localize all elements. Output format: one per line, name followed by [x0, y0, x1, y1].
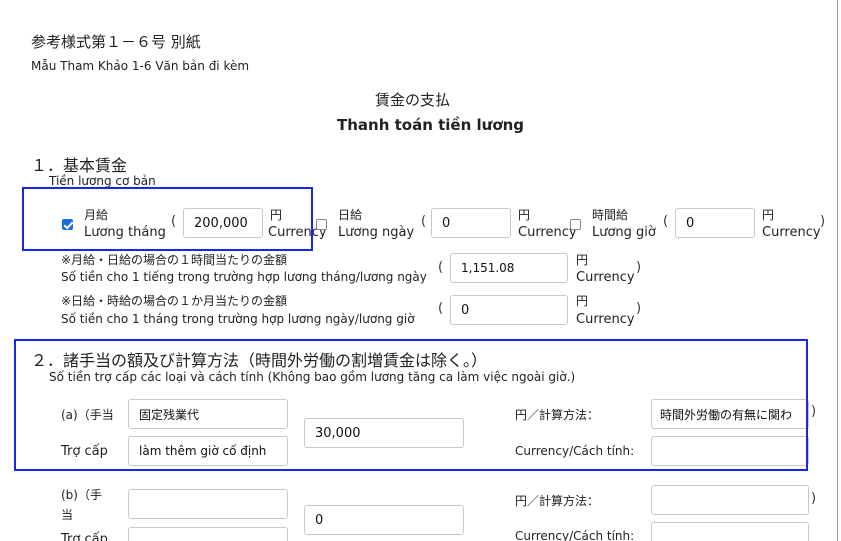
daily-checkbox[interactable] [316, 219, 327, 230]
hourly-checkbox[interactable] [570, 219, 581, 230]
hourly-label-jp: 時間給 [592, 208, 629, 222]
paren-open: ( [438, 260, 444, 275]
hourly-unit-vi: Currency [762, 225, 821, 240]
title-vi: Thanh toán tiền lương [337, 116, 525, 134]
monthly-equiv-unit-vi: Currency [576, 312, 635, 327]
allowance-b-unit-label-jp: 円／計算方法： [515, 494, 600, 508]
paren-open: ( [421, 214, 427, 229]
monthly-equivalent-input[interactable]: 0 [450, 295, 568, 325]
hourly-equiv-unit-jp: 円 [576, 253, 589, 267]
hourly-wage-input[interactable]: 0 [675, 208, 755, 238]
hourly-unit-jp: 円 [762, 208, 775, 222]
monthly-equiv-note-vi: Số tiền cho 1 tháng trong trường hợp lươ… [61, 312, 415, 326]
monthly-equiv-unit-jp: 円 [576, 294, 589, 308]
allowance-b-method-jp-input[interactable] [651, 485, 809, 515]
monthly-equiv-note-jp: ※日給・時給の場合の１か月当たりの金額 [61, 294, 288, 308]
daily-unit-jp: 円 [518, 208, 531, 222]
section1-heading-jp: １．基本賃金 [31, 156, 128, 175]
allowance-b-label-jp-cont: 当 [61, 508, 74, 522]
paren-close: ) [636, 260, 642, 275]
hourly-label-vi: Lương giờ [592, 225, 656, 240]
page-edge-line [837, 0, 838, 541]
hourly-equivalent-input[interactable]: 1,151.08 [450, 253, 568, 283]
form-number-jp: 参考様式第１－６号 別紙 [31, 33, 201, 51]
allowance-b-amount-input[interactable]: 0 [304, 505, 464, 535]
daily-wage-input[interactable]: 0 [431, 208, 511, 238]
paren-close: ) [811, 404, 817, 419]
allowance-b-name-vi-input[interactable] [128, 527, 288, 541]
paren-open: ( [663, 214, 669, 229]
form-number-vi: Mẫu Tham Khảo 1-6 Văn bản đi kèm [31, 59, 250, 73]
hourly-equiv-unit-vi: Currency [576, 270, 635, 285]
highlight-box-allowance [14, 339, 808, 471]
allowance-b-label-jp: (b)（手 [61, 488, 102, 502]
daily-label-jp: 日給 [338, 208, 363, 222]
hourly-equiv-note-jp: ※月給・日給の場合の１時間当たりの金額 [61, 253, 288, 267]
allowance-b-name-jp-input[interactable] [128, 489, 288, 519]
hourly-equiv-note-vi: Số tiền cho 1 tiếng trong trường hợp lươ… [61, 270, 427, 284]
daily-unit-vi: Currency [518, 225, 577, 240]
title-jp: 賃金の支払 [375, 91, 451, 109]
paren-open: ( [438, 301, 444, 316]
allowance-b-method-vi-input[interactable] [651, 522, 809, 541]
daily-label-vi: Lương ngày [338, 225, 415, 240]
allowance-b-label-vi: Trợ cấp [61, 532, 108, 541]
paren-close: ) [811, 491, 817, 506]
section1-heading-vi: Tiền lương cơ bản [49, 174, 156, 188]
highlight-box-monthly [22, 187, 313, 251]
paren-close: ) [636, 301, 642, 316]
allowance-b-unit-label-vi: Currency/Cách tính: [515, 529, 635, 541]
paren-close: ) [820, 214, 826, 229]
